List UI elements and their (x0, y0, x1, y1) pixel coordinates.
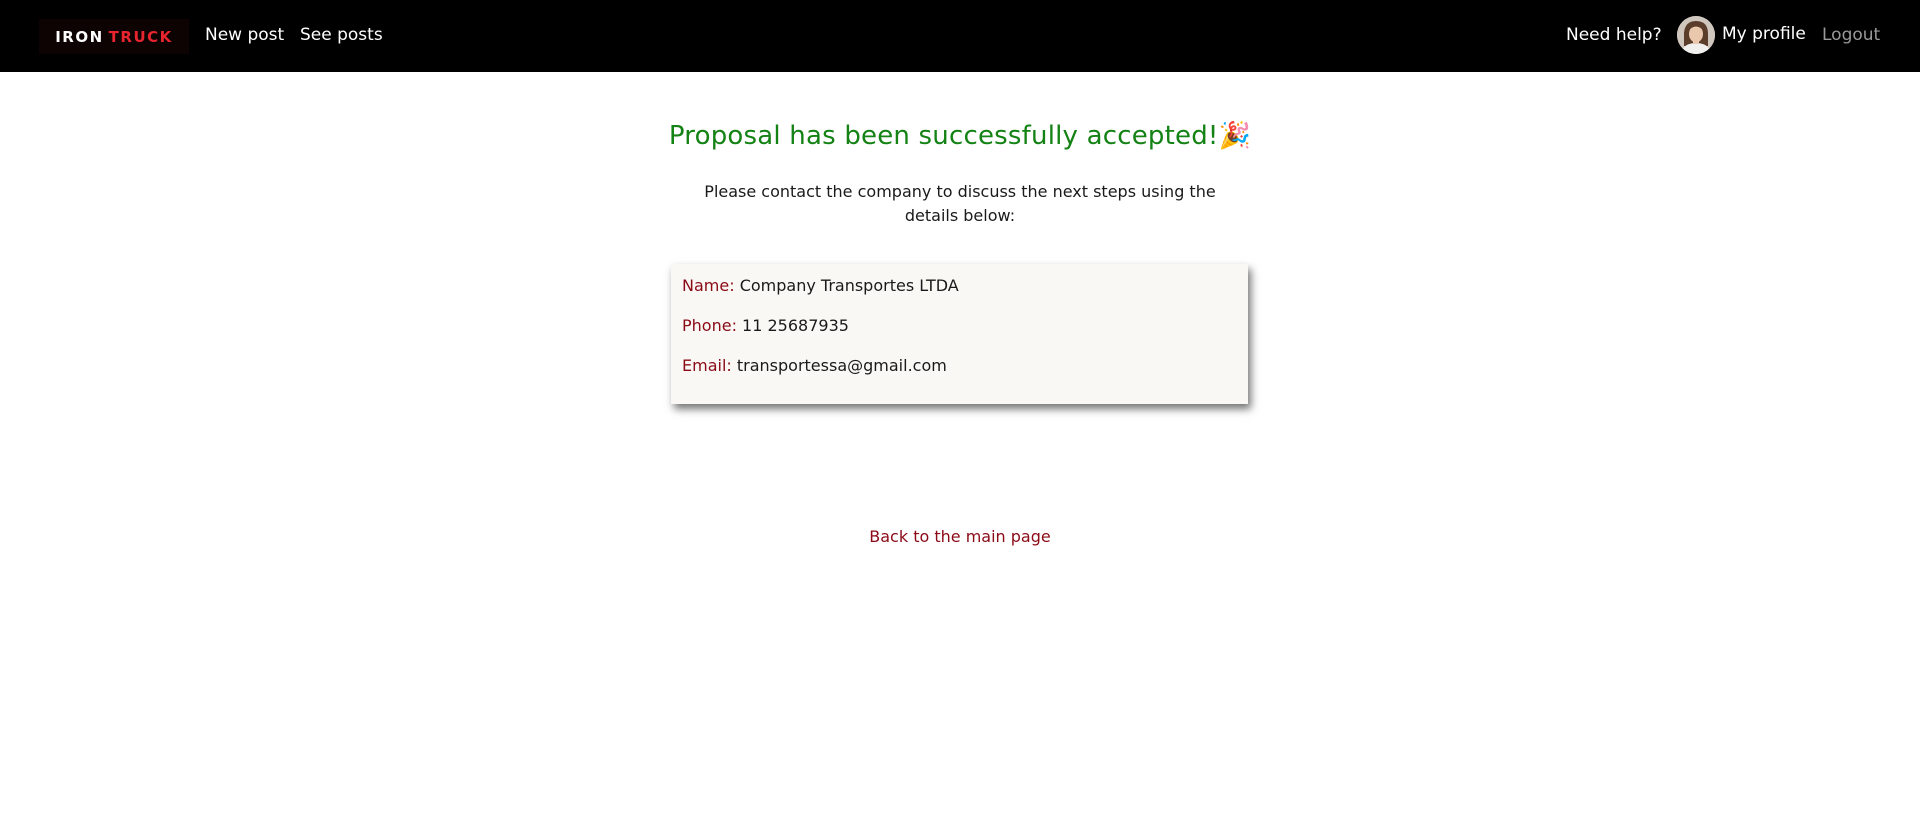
contact-instructions-line-2: details below: (904, 206, 1016, 225)
iron-truck-logo[interactable]: IRON TRUCK (39, 19, 189, 54)
nav-need-help-link[interactable]: Need help? (1566, 23, 1662, 47)
contact-email-value: transportessa@gmail.com (736, 356, 947, 375)
success-title-text: Proposal has been successfully accepted! (668, 121, 1219, 151)
contact-email-label: Email: (682, 356, 732, 375)
contact-name-value: Company Transportes LTDA (739, 276, 959, 295)
nav-new-post-link[interactable]: New post (205, 23, 284, 47)
logo-text-iron: IRON (55, 27, 104, 46)
contact-phone-row: Phone: 11 25687935 (682, 314, 849, 338)
nav-logout-link[interactable]: Logout (1822, 23, 1880, 47)
nav-my-profile-link[interactable]: My profile (1722, 22, 1806, 46)
back-to-main-page-link[interactable]: Back to the main page (0, 525, 1920, 549)
logo-text-truck: TRUCK (108, 27, 173, 46)
nav-see-posts-link[interactable]: See posts (300, 23, 383, 47)
contact-email-row: Email: transportessa@gmail.com (682, 354, 947, 378)
contact-instructions-line-1: Please contact the company to discuss th… (704, 182, 1216, 201)
company-contact-card: Name: Company Transportes LTDA Phone: 11… (671, 264, 1248, 404)
top-navbar: IRON TRUCK New post See posts Need help?… (0, 0, 1920, 72)
contact-instructions: Please contact the company to discuss th… (0, 180, 1920, 228)
user-avatar-icon (1677, 16, 1715, 54)
avatar[interactable] (1677, 16, 1715, 54)
contact-name-label: Name: (682, 276, 735, 295)
contact-name-row: Name: Company Transportes LTDA (682, 274, 959, 298)
contact-phone-label: Phone: (682, 316, 737, 335)
party-popper-icon: 🎉 (1218, 121, 1252, 151)
contact-phone-value: 11 25687935 (742, 316, 849, 335)
success-title: Proposal has been successfully accepted!… (0, 119, 1920, 153)
